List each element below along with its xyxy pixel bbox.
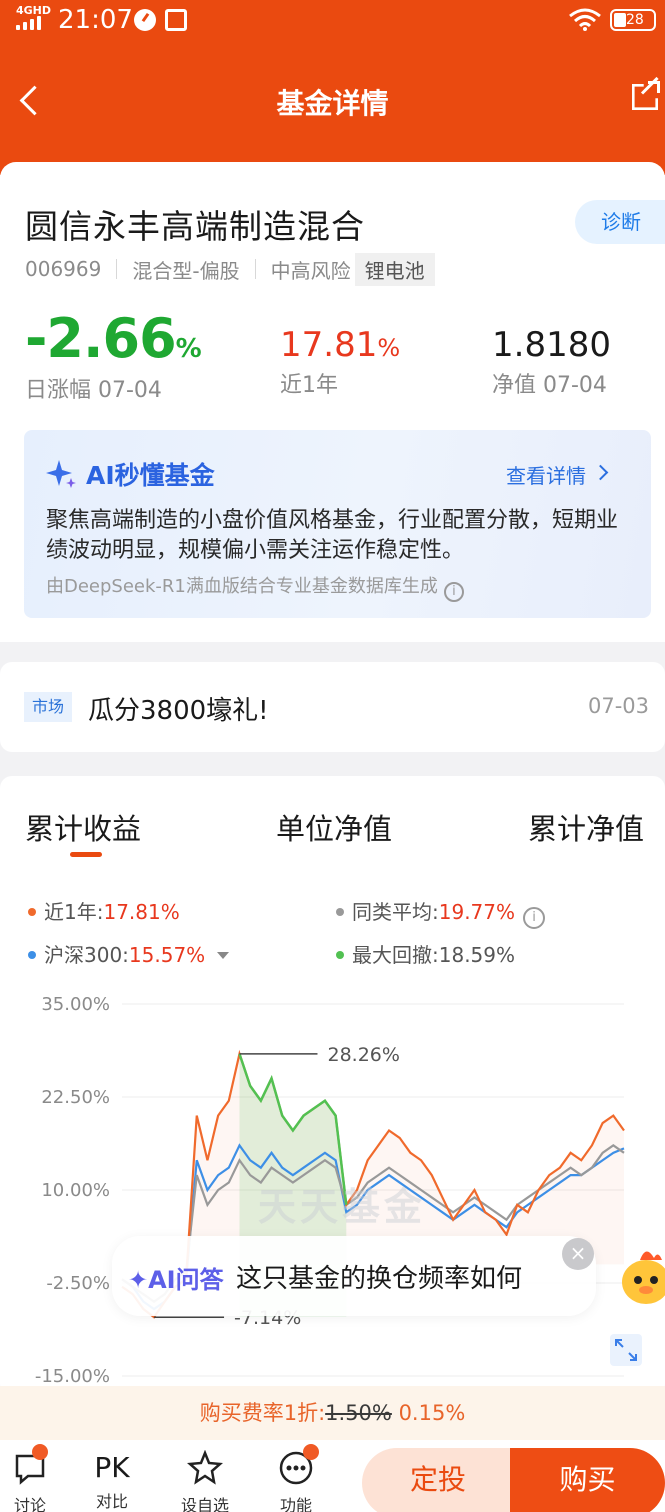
year-return-metric: 17.81% 近1年 xyxy=(280,325,401,398)
close-icon[interactable]: × xyxy=(562,1238,594,1270)
nav-metric: 1.8180 净值 07-04 xyxy=(492,325,611,399)
sparkle-icon xyxy=(46,460,76,488)
status-time: 21:07 xyxy=(58,5,133,35)
notification-dot xyxy=(303,1444,319,1460)
nav-label: 净值 07-04 xyxy=(492,373,607,398)
y-tick-label: 35.00% xyxy=(41,994,110,1015)
battery-level: 28 xyxy=(626,12,644,28)
year-return-value: 17.81 xyxy=(280,325,378,365)
battery-icon: 28 xyxy=(610,9,656,31)
tab-cumulative-nav[interactable]: 累计净值 xyxy=(528,806,644,848)
divider xyxy=(254,259,256,279)
daily-change-label: 日涨幅 07-04 xyxy=(25,378,162,403)
ai-summary-title: AI秒懂基金 xyxy=(86,461,215,490)
add-watchlist-button[interactable]: 设自选 xyxy=(175,1449,235,1512)
fund-summary-card: 圆信永丰高端制造混合 诊断 006969 混合型-偏股 中高风险 锂电池 -2.… xyxy=(0,162,665,642)
legend-drawdown: 最大回撤:18.59% xyxy=(336,939,515,968)
tab-cumulative-return[interactable]: 累计收益 xyxy=(25,806,141,848)
info-icon[interactable]: i xyxy=(523,907,546,929)
notification-icon xyxy=(165,9,187,31)
y-tick-label: 10.00% xyxy=(41,1180,110,1201)
mascot-icon[interactable] xyxy=(618,1242,665,1312)
tab-unit-nav[interactable]: 单位净值 xyxy=(276,806,392,848)
y-tick-label: -15.00% xyxy=(35,1366,110,1387)
news-badge: 市场 xyxy=(24,692,73,722)
share-button[interactable] xyxy=(626,76,662,118)
nav-value: 1.8180 xyxy=(492,325,611,365)
original-fee: 1.50% xyxy=(325,1401,392,1425)
pk-icon: PK xyxy=(94,1451,130,1484)
legend-fund: 近1年:17.81% xyxy=(28,896,180,925)
discounted-fee: 0.15% xyxy=(398,1401,466,1425)
fund-theme-tag[interactable]: 锂电池 xyxy=(354,252,435,286)
legend-average: 同类平均:19.77% i xyxy=(336,896,546,929)
status-bar: 4GHD 21:07 28 xyxy=(0,0,665,42)
ai-qa-bubble[interactable]: ✦AI问答 这只基金的换仓频率如何 × xyxy=(112,1236,596,1316)
ai-qa-tag: ✦AI问答 xyxy=(128,1266,224,1294)
star-icon xyxy=(186,1449,224,1485)
max-annotation-label: 28.26% xyxy=(327,1044,399,1066)
daily-change-metric: -2.66% 日涨幅 07-04 xyxy=(25,307,202,403)
fee-banner: 购买费率1折:1.50% 0.15% xyxy=(0,1386,665,1440)
daily-change-value: -2.66 xyxy=(25,307,177,370)
fund-type: 混合型-偏股 xyxy=(132,258,240,283)
news-banner[interactable]: 市场 瓜分3800壕礼! 07-03 xyxy=(0,662,665,752)
ai-qa-question: 这只基金的换仓频率如何 xyxy=(236,1264,523,1294)
year-return-label: 近1年 xyxy=(280,373,338,398)
bottom-action-bar: 讨论 PK 对比 设自选 功能 定投 购买 xyxy=(0,1440,665,1512)
discuss-button[interactable]: 讨论 xyxy=(0,1444,60,1512)
expand-chart-button[interactable] xyxy=(610,1334,642,1366)
expand-icon xyxy=(615,1339,637,1361)
compare-button[interactable]: PK 对比 xyxy=(82,1450,142,1512)
ai-summary-panel[interactable]: AI秒懂基金 查看详情 聚焦高端制造的小盘价值风格基金，行业配置分散，短期业绩波… xyxy=(24,430,651,618)
notification-dot xyxy=(32,1444,48,1460)
buy-button[interactable]: 购买 xyxy=(510,1448,665,1512)
more-functions-button[interactable]: 功能 xyxy=(266,1444,326,1512)
active-tab-indicator xyxy=(70,852,102,857)
page-title: 基金详情 xyxy=(276,87,389,120)
ai-summary-text: 聚焦高端制造的小盘价值风格基金，行业配置分散，短期业绩波动明显，规模偏小需关注运… xyxy=(46,508,619,563)
fund-tags: 006969 混合型-偏股 中高风险 锂电池 xyxy=(25,252,435,286)
info-icon[interactable]: i xyxy=(443,582,464,602)
fund-code: 006969 xyxy=(25,257,102,281)
divider xyxy=(116,259,118,279)
ai-summary-source: 由DeepSeek-R1满血版结合专业基金数据库生成 i xyxy=(46,572,464,602)
y-tick-label: 22.50% xyxy=(41,1087,110,1108)
speedometer-icon xyxy=(134,9,156,31)
dropdown-caret-icon xyxy=(217,952,230,959)
chart-watermark: 天天基金 xyxy=(258,1185,427,1229)
legend-index[interactable]: 沪深300:15.57% xyxy=(28,939,230,968)
navigation-bar: 基金详情 xyxy=(0,60,665,140)
network-type: 4GHD xyxy=(16,4,52,17)
sip-button[interactable]: 定投 xyxy=(362,1448,514,1512)
fund-risk: 中高风险 xyxy=(270,258,351,283)
diagnose-button[interactable]: 诊断 xyxy=(575,200,665,244)
fund-name: 圆信永丰高端制造混合 xyxy=(25,207,365,246)
news-date: 07-03 xyxy=(587,694,649,718)
y-tick-label: -2.50% xyxy=(46,1273,110,1294)
wifi-icon xyxy=(569,8,601,31)
news-headline: 瓜分3800壕礼! xyxy=(88,696,269,726)
signal-icon xyxy=(16,16,46,30)
view-details-link[interactable]: 查看详情 xyxy=(506,460,586,489)
